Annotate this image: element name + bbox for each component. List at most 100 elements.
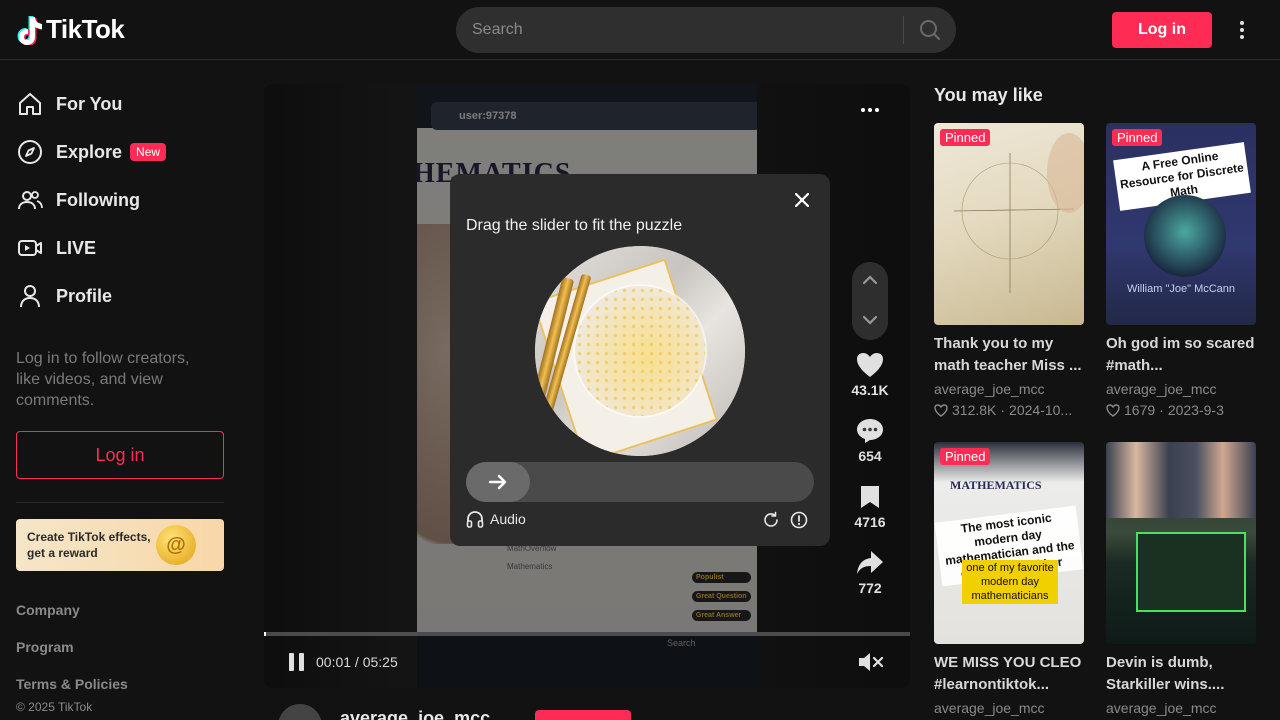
- video-thumbnail[interactable]: [1106, 442, 1256, 644]
- compass-icon: [16, 138, 44, 166]
- new-badge: New: [130, 143, 167, 161]
- footer-link-terms[interactable]: Terms & Policies: [16, 676, 128, 692]
- video-card-author[interactable]: average_joe_mcc: [1106, 381, 1217, 397]
- footer-link-company[interactable]: Company: [16, 602, 80, 618]
- top-header: TikTok Log in: [0, 0, 1280, 60]
- bookmark-icon: [861, 486, 879, 508]
- meta-separator: ·: [1000, 402, 1006, 418]
- search-button[interactable]: [904, 7, 956, 53]
- thumbnail-faces: [1106, 442, 1256, 518]
- video-card-author[interactable]: average_joe_mcc: [1106, 700, 1217, 716]
- follow-button[interactable]: [535, 710, 631, 720]
- slider-handle[interactable]: [466, 462, 530, 502]
- video-thumbnail[interactable]: MATHEMATICS The most iconic modern day m…: [934, 442, 1084, 644]
- pause-button[interactable]: [286, 652, 306, 672]
- comment-count: 654: [858, 448, 882, 464]
- video-progress-fill: [264, 632, 266, 636]
- search-icon: [920, 20, 941, 41]
- thumbnail-subcaption: one of my favorite modern day mathematic…: [962, 560, 1058, 604]
- close-button[interactable]: [792, 190, 812, 210]
- video-card-title: Oh god im so scared #math...: [1106, 335, 1255, 374]
- video-card[interactable]: Pinned Thank you to my math teacher Miss…: [934, 123, 1084, 423]
- video-card-meta: 312.8K · 2024-10...: [934, 402, 1072, 418]
- share-button[interactable]: 772: [840, 550, 900, 596]
- sidebar-item-label: LIVE: [56, 237, 97, 258]
- copyright-text: © 2025 TikTok: [16, 700, 93, 714]
- thumbnail-portrait: [1144, 195, 1226, 277]
- author-username[interactable]: average_joe_mcc: [340, 708, 490, 720]
- sidebar: For You Explore New Following LIVE Profi…: [0, 61, 240, 720]
- sidebar-item-live[interactable]: LIVE: [16, 230, 96, 266]
- video-card[interactable]: MATHEMATICS The most iconic modern day m…: [934, 442, 1084, 720]
- login-button[interactable]: Log in: [1112, 12, 1212, 48]
- home-icon: [16, 90, 44, 118]
- more-options-button[interactable]: [1230, 16, 1254, 44]
- video-time: 00:01 / 05:25: [316, 654, 398, 670]
- video-progress-bar[interactable]: [264, 632, 910, 636]
- effects-banner-text: Create TikTok effects, get a reward: [27, 530, 151, 560]
- video-nav-arrows: [852, 262, 888, 340]
- muted-speaker-icon: [859, 653, 884, 671]
- video-card-author[interactable]: average_joe_mcc: [934, 700, 1045, 716]
- pinned-badge: Pinned: [940, 129, 991, 146]
- puzzle-piece-pattern: [575, 286, 705, 416]
- captcha-modal: Drag the slider to fit the puzzle Audio: [450, 174, 830, 546]
- recommendations-title: You may like: [934, 85, 1043, 105]
- thumbnail-name: William "Joe" McCann: [1126, 283, 1236, 295]
- author-avatar[interactable]: [278, 704, 322, 720]
- audio-captcha-button[interactable]: Audio: [466, 510, 526, 528]
- logo-text: TikTok: [46, 14, 125, 44]
- next-video-button[interactable]: [852, 302, 888, 338]
- video-more-button[interactable]: [858, 102, 882, 118]
- sidebar-item-following[interactable]: Following: [16, 182, 140, 218]
- video-card-title: Devin is dumb, Starkiller wins....: [1106, 654, 1225, 693]
- comment-button[interactable]: 654: [840, 418, 900, 464]
- sidebar-item-label: Following: [56, 189, 140, 210]
- search-bar: [456, 7, 956, 53]
- footer-link-program[interactable]: Program: [16, 639, 74, 655]
- effects-reward-banner[interactable]: Create TikTok effects, get a reward @: [16, 519, 224, 571]
- video-thumbnail[interactable]: Pinned: [934, 123, 1084, 325]
- video-card-likes: 312.8K: [952, 402, 997, 418]
- video-card[interactable]: Devin is dumb, Starkiller wins.... avera…: [1106, 442, 1256, 720]
- sidebar-divider: [16, 502, 224, 503]
- sidebar-login-button[interactable]: Log in: [16, 431, 224, 479]
- video-thumbnail[interactable]: A Free Online Resource for Discrete Math…: [1106, 123, 1256, 325]
- tiktok-note-icon: [17, 15, 42, 45]
- mute-button[interactable]: [858, 652, 884, 672]
- captcha-slider[interactable]: [466, 462, 814, 502]
- feedback-button[interactable]: [790, 511, 808, 529]
- people-icon: [16, 186, 44, 214]
- sidebar-item-label: Profile: [56, 285, 113, 306]
- thumbnail-screen: [1136, 532, 1246, 612]
- search-input[interactable]: [456, 21, 903, 39]
- save-count: 4716: [854, 514, 886, 530]
- pinned-badge: Pinned: [940, 448, 991, 465]
- video-card-date: 2023-9-3: [1167, 402, 1224, 418]
- save-button[interactable]: 4716: [840, 484, 900, 530]
- comment-icon: [857, 419, 883, 443]
- tiktok-page: TikTok Log in For You: [0, 0, 1280, 720]
- share-count: 772: [858, 580, 882, 596]
- reward-coin-icon: @: [156, 525, 196, 565]
- heart-outline-icon: [934, 403, 948, 417]
- like-count: 43.1K: [851, 382, 889, 398]
- video-card-title: Thank you to my math teacher Miss ...: [934, 335, 1082, 374]
- tiktok-logo[interactable]: TikTok: [16, 14, 125, 45]
- puzzle-image: [535, 246, 745, 456]
- video-card-author[interactable]: average_joe_mcc: [934, 381, 1045, 397]
- refresh-icon: [764, 511, 778, 527]
- sidebar-item-profile[interactable]: Profile: [16, 278, 112, 314]
- thumbnail-heading: MATHEMATICS: [950, 478, 1042, 492]
- like-button[interactable]: 43.1K: [840, 352, 900, 398]
- video-card-title: WE MISS YOU CLEO #learnontiktok...: [934, 654, 1082, 693]
- sidebar-item-for-you[interactable]: For You: [16, 86, 122, 122]
- login-hint-text: Log in to follow creators, like videos, …: [16, 350, 190, 409]
- video-card-meta: 1679 · 2023-9-3: [1106, 402, 1224, 418]
- refresh-button[interactable]: [762, 511, 780, 529]
- sidebar-item-explore[interactable]: Explore New: [16, 134, 167, 170]
- previous-video-button[interactable]: [852, 262, 888, 298]
- video-card[interactable]: A Free Online Resource for Discrete Math…: [1106, 123, 1256, 423]
- sidebar-item-label: For You: [56, 93, 123, 114]
- meta-separator: ·: [1159, 402, 1164, 418]
